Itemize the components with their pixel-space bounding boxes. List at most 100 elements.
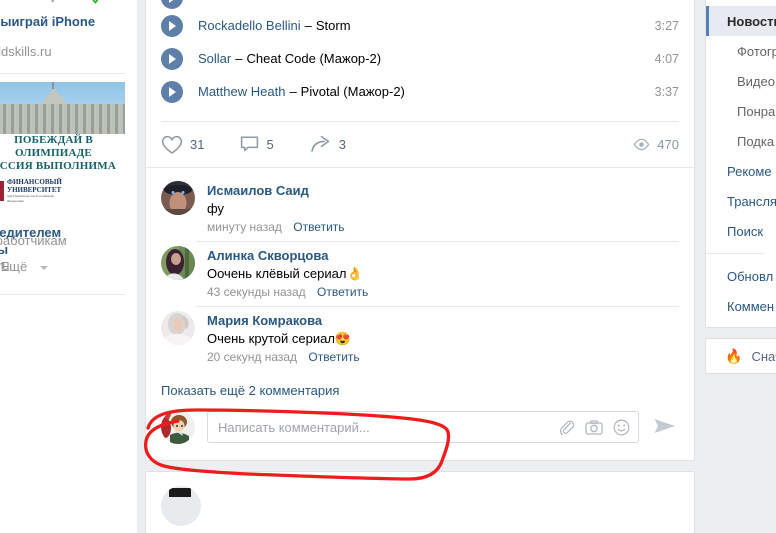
ad-banner-text: ПОБЕЖДАЙ В ОЛИМПИАДЕ ИССИЯ ВЫПОЛНИМА <box>0 134 117 172</box>
smiley-icon[interactable] <box>613 419 630 436</box>
send-button[interactable] <box>653 416 677 439</box>
comment-icon[interactable] <box>240 135 259 154</box>
ad-title-1[interactable]: ай и выиграй iPhone <box>0 14 137 30</box>
comment-button[interactable]: 5 <box>240 135 274 154</box>
comment-body: Мария Комракова Очень крутой сериал😍 20 … <box>207 311 360 367</box>
show-more-comments-link[interactable]: Показать ещё 2 комментария <box>161 383 339 398</box>
reply-link[interactable]: Ответить <box>293 220 344 234</box>
avatar[interactable] <box>161 246 195 280</box>
play-icon[interactable] <box>161 0 183 9</box>
audio-row-clipped[interactable] <box>146 0 694 9</box>
heart-icon[interactable] <box>161 135 183 155</box>
comment-text: Очень крутой сериал😍 <box>207 331 352 346</box>
comment-author[interactable]: Исмаилов Саид <box>207 182 345 199</box>
sidebar-item-label: Рекоме <box>727 163 772 179</box>
sidebar-item-label: Подка <box>737 133 775 149</box>
chevron-down-icon <box>40 265 49 270</box>
news-nav-card: Новости Фотогр Видео Понра Подка Рекоме … <box>705 0 776 328</box>
sidebar-item-search[interactable]: Поиск <box>706 216 776 246</box>
comment-meta: минуту назад Ответить <box>207 218 345 237</box>
play-icon[interactable] <box>161 47 183 70</box>
sidebar-item-podcasts[interactable]: Подка <box>706 126 776 156</box>
share-icon[interactable] <box>310 135 332 154</box>
comment-author[interactable]: Алинка Скворцова <box>207 247 368 264</box>
comment-input-placeholder[interactable]: Написать комментарий... <box>218 420 558 435</box>
sidebar-item-label: Коммен <box>727 298 775 314</box>
divider <box>0 294 125 295</box>
audio-title[interactable]: Pivotal (Мажор-2) <box>301 84 405 99</box>
sidebar-item-label: Трансля <box>727 193 776 209</box>
comment-author[interactable]: Мария Комракова <box>207 312 360 329</box>
ad-url-1[interactable]: re.worldskills.ru <box>0 44 137 59</box>
audio-title[interactable]: Cheat Code (Мажор-2) <box>246 51 381 66</box>
avatar[interactable] <box>161 311 195 345</box>
comment-time: 20 секунд назад <box>207 350 298 364</box>
left-ad-sidebar: ай и выиграй iPhone re.worldskills.ru ПО… <box>0 0 137 533</box>
sidebar-item-label: Поиск <box>727 223 764 239</box>
share-count: 3 <box>338 137 346 152</box>
divider <box>706 253 764 254</box>
post-card: Rockadello Bellini – Storm 3:27 Sollar – Che… <box>145 0 695 461</box>
audio-artist[interactable]: Rockadello Bellini <box>198 18 301 33</box>
post-action-bar: 31 5 3 470 <box>146 122 694 167</box>
comment-item: Мария Комракова Очень крутой сериал😍 20 … <box>146 306 694 371</box>
like-button[interactable]: 31 <box>161 135 204 155</box>
view-count: 470 <box>657 137 679 152</box>
comment-item: Исмаилов Саид фу минуту назад Ответить <box>146 176 694 241</box>
sidebar-item-label: Новости <box>727 13 776 29</box>
comment-text: Оочень клёвый сериал👌 <box>207 266 363 281</box>
play-icon[interactable] <box>161 14 183 37</box>
sort-order-card[interactable]: 🔥 Снача <box>705 338 776 374</box>
audio-meta: Matthew Heath – Pivotal (Мажор-2) <box>198 84 405 99</box>
comment-time: минуту назад <box>207 220 282 234</box>
audio-dash: – <box>235 51 243 66</box>
send-icon[interactable] <box>653 416 677 436</box>
sidebar-item-news[interactable]: Новости <box>706 6 776 36</box>
sidebar-item-comments[interactable]: Коммен <box>706 291 776 321</box>
camera-icon[interactable] <box>585 419 603 436</box>
comment-body: Алинка Скворцова Оочень клёвый сериал👌 4… <box>207 246 368 302</box>
comment-time: 43 секунды назад <box>207 285 306 299</box>
logo-line-2: УНИВЕРСИТЕТ <box>6 186 62 194</box>
audio-title[interactable]: Storm <box>316 18 351 33</box>
comment-meta: 43 секунды назад Ответить <box>207 283 368 302</box>
audio-row[interactable]: Sollar – Cheat Code (Мажор-2) 4:07 <box>146 42 694 75</box>
audio-meta: Rockadello Bellini – Storm <box>198 18 351 33</box>
reply-link[interactable]: Ответить <box>308 350 359 364</box>
audio-row[interactable]: Rockadello Bellini – Storm 3:27 <box>146 9 694 42</box>
sidebar-item-label: Понра <box>737 103 776 119</box>
sidebar-item-photos[interactable]: Фотогр <box>706 36 776 66</box>
like-count: 31 <box>190 137 205 152</box>
sidebar-item-recommendations[interactable]: Рекоме <box>706 156 776 186</box>
play-icon[interactable] <box>161 80 183 103</box>
ad-image-1 <box>0 0 137 12</box>
avatar[interactable] <box>161 410 195 444</box>
comment-input-wrapper[interactable]: Написать комментарий... <box>207 411 639 443</box>
emoji-ok-hand: 👌 <box>346 266 363 281</box>
reply-box: Написать комментарий... <box>146 404 694 460</box>
audio-duration: 3:27 <box>654 18 679 33</box>
audio-dash: – <box>304 18 312 33</box>
check-icon <box>92 0 99 4</box>
footer-link-1[interactable]: Разработчикам <box>0 233 67 248</box>
sidebar-item-broadcasts[interactable]: Трансля <box>706 186 776 216</box>
right-sidebar: Новости Фотогр Видео Понра Подка Рекоме … <box>705 0 776 374</box>
reply-link[interactable]: Ответить <box>317 285 368 299</box>
sidebar-item-updates[interactable]: Обновл <box>706 261 776 291</box>
avatar[interactable] <box>161 181 195 215</box>
avatar-image <box>161 410 195 444</box>
avatar[interactable] <box>161 486 201 526</box>
audio-artist[interactable]: Sollar <box>198 51 231 66</box>
eye-icon <box>633 138 650 151</box>
comments-list: Исмаилов Саид фу минуту назад Ответить А… <box>146 168 694 460</box>
show-more-comments[interactable]: Показать ещё 2 комментария <box>146 371 694 404</box>
share-button[interactable]: 3 <box>310 135 346 154</box>
ad-block-1[interactable]: ай и выиграй iPhone re.worldskills.ru <box>0 0 137 92</box>
audio-artist[interactable]: Matthew Heath <box>198 84 285 99</box>
sidebar-item-liked[interactable]: Понра <box>706 96 776 126</box>
audio-row[interactable]: Matthew Heath – Pivotal (Мажор-2) 3:37 <box>146 75 694 108</box>
sidebar-item-videos[interactable]: Видео <box>706 66 776 96</box>
attach-icon[interactable] <box>558 419 575 436</box>
footer-link-more[interactable]: Ещё <box>1 259 28 274</box>
audio-dash: – <box>289 84 297 99</box>
